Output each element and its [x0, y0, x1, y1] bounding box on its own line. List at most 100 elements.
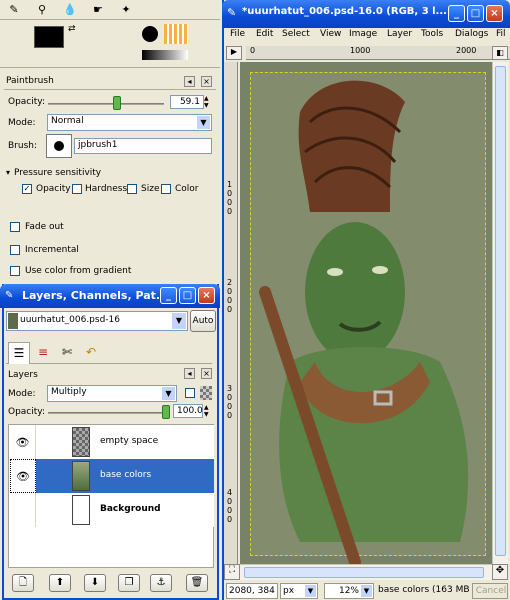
eye-icon[interactable]: 👁 [10, 425, 36, 459]
pressure-color-checkbox[interactable] [161, 184, 171, 194]
close-button[interactable]: × [486, 5, 503, 22]
status-message: base colors (163 MB) [378, 585, 470, 595]
image-window-titlebar[interactable]: ✎ *uuurhatut_006.psd-16.0 (RGB, 3 l... _… [222, 0, 510, 28]
close-tab-icon[interactable]: × [201, 368, 212, 379]
mode-select[interactable]: Normal ▼ [47, 114, 212, 131]
cancel-button[interactable]: Cancel [472, 583, 508, 599]
layers-tab-icon[interactable]: ☰ [8, 342, 30, 364]
close-button[interactable]: × [198, 287, 215, 304]
layer-name[interactable]: Background [100, 504, 161, 514]
swap-colors-icon[interactable]: ⇄ [68, 24, 76, 34]
artwork-illustration [259, 80, 469, 564]
brush-preview-icon[interactable] [142, 26, 158, 42]
opacity-slider-handle[interactable] [112, 96, 121, 110]
chevron-down-icon[interactable]: ▼ [172, 313, 186, 329]
opacity-spinner-icon[interactable]: ▲ ▼ [204, 95, 213, 110]
ruler-corner-icon[interactable]: ◧ [492, 46, 508, 60]
pattern-preview-icon[interactable] [164, 24, 188, 44]
layer-mode-select[interactable]: Multiply ▼ [47, 385, 177, 402]
layer-name[interactable]: base colors [100, 470, 151, 480]
pressure-size-checkbox[interactable] [127, 184, 137, 194]
menu-filters[interactable]: Fil [496, 29, 506, 39]
pencil-icon[interactable]: ✎ [6, 1, 22, 17]
undo-history-tab-icon[interactable]: ↶ [80, 342, 102, 362]
maximize-button[interactable]: □ [467, 5, 484, 22]
opacity-field[interactable]: 59.1 [170, 95, 204, 109]
new-layer-button[interactable]: 🗋 [12, 574, 34, 592]
foreground-color-swatch[interactable] [34, 26, 64, 48]
horizontal-scrollbar[interactable] [240, 564, 492, 580]
layer-row[interactable]: 👁 empty space [10, 425, 214, 459]
dodge-icon[interactable]: ✦ [118, 1, 134, 17]
layer-opacity-label: Opacity: [8, 407, 45, 417]
configure-tab-icon[interactable]: ◂ [184, 368, 195, 379]
close-tab-icon[interactable]: × [201, 76, 212, 87]
menu-edit[interactable]: Edit [256, 29, 273, 39]
clone-stamp-icon[interactable]: ⚲ [34, 1, 50, 17]
ruler-label: 2000 [227, 278, 233, 314]
opacity-slider[interactable] [48, 103, 164, 105]
layer-opacity-slider[interactable] [48, 412, 170, 414]
ruler-label: 0 [250, 46, 256, 55]
incremental-checkbox[interactable] [10, 245, 20, 255]
menu-image[interactable]: Image [349, 29, 377, 39]
use-gradient-checkbox[interactable] [10, 266, 20, 276]
menu-select[interactable]: Select [282, 29, 310, 39]
layer-opacity-slider-handle[interactable] [162, 405, 170, 419]
chevron-down-icon[interactable]: ▼ [197, 116, 210, 129]
menu-tools[interactable]: Tools [421, 29, 443, 39]
layer-row[interactable]: Background [10, 493, 214, 527]
navigate-icon[interactable]: ✥ [492, 564, 508, 580]
menu-file[interactable]: File [230, 29, 245, 39]
fade-out-checkbox[interactable] [10, 222, 20, 232]
horizontal-scroll-thumb[interactable] [244, 567, 484, 578]
eye-hidden-icon[interactable] [10, 493, 36, 527]
paths-tab-icon[interactable]: ✄ [56, 342, 78, 362]
delete-layer-button[interactable]: 🗑 [186, 574, 208, 592]
image-thumbnail [8, 313, 18, 329]
pressure-hardness-label: Hardness [85, 184, 128, 194]
pressure-opacity-checkbox[interactable]: ✓ [22, 184, 32, 194]
unit-select[interactable]: px ▼ [280, 583, 318, 599]
anchor-layer-button[interactable]: ⚓ [150, 574, 172, 592]
chevron-down-icon[interactable]: ▼ [305, 585, 316, 597]
image-select[interactable]: uuurhatut_006.psd-16 ▼ [6, 311, 188, 331]
brush-button[interactable] [46, 134, 72, 158]
layers-window-titlebar[interactable]: ✎ Layers, Channels, Pat... _ □ × [0, 284, 220, 308]
menu-arrow-button[interactable]: ▶ [226, 46, 242, 60]
menu-view[interactable]: View [320, 29, 341, 39]
duplicate-layer-button[interactable]: ❐ [118, 574, 140, 592]
zoom-select[interactable]: 12% ▼ [324, 583, 374, 599]
drop-icon[interactable]: 💧 [62, 1, 78, 17]
layer-button-bar: 🗋 ⬆ ⬇ ❐ ⚓ 🗑 [8, 572, 214, 594]
maximize-button[interactable]: □ [179, 287, 196, 304]
chevron-down-icon[interactable]: ▼ [162, 387, 175, 400]
layer-opacity-field[interactable]: 100.0 [173, 404, 203, 418]
smudge-icon[interactable]: ☛ [90, 1, 106, 17]
configure-tab-icon[interactable]: ◂ [184, 76, 195, 87]
layer-name[interactable]: empty space [100, 436, 158, 446]
vertical-scroll-thumb[interactable] [495, 66, 506, 556]
vertical-scrollbar[interactable] [492, 62, 508, 564]
gradient-preview[interactable] [142, 50, 188, 60]
lower-layer-button[interactable]: ⬇ [84, 574, 106, 592]
quick-mask-toggle-icon[interactable]: ⛶ [224, 564, 240, 580]
collapse-icon[interactable]: ▾ [6, 168, 14, 177]
eye-icon[interactable]: 👁 [10, 459, 36, 493]
lock-alpha-checkbox[interactable] [185, 388, 195, 398]
minimize-button[interactable]: _ [160, 287, 177, 304]
brush-name-field[interactable]: jpbrush1 [74, 138, 212, 154]
layer-row-selected[interactable]: 👁 base colors [10, 459, 214, 493]
minimize-button[interactable]: _ [448, 5, 465, 22]
channels-tab-icon[interactable]: ≡ [32, 342, 54, 362]
zoom-value: 12% [338, 586, 359, 596]
chevron-down-icon[interactable]: ▼ [361, 585, 372, 597]
auto-button[interactable]: Auto [190, 310, 216, 332]
pressure-hardness-checkbox[interactable] [72, 184, 82, 194]
image-canvas[interactable] [240, 62, 492, 564]
ruler-label: 1000 [350, 46, 371, 55]
layer-opacity-spinner-icon[interactable]: ▲ ▼ [204, 404, 213, 419]
raise-layer-button[interactable]: ⬆ [49, 574, 71, 592]
menu-dialogs[interactable]: Dialogs [455, 29, 488, 39]
menu-layer[interactable]: Layer [387, 29, 412, 39]
